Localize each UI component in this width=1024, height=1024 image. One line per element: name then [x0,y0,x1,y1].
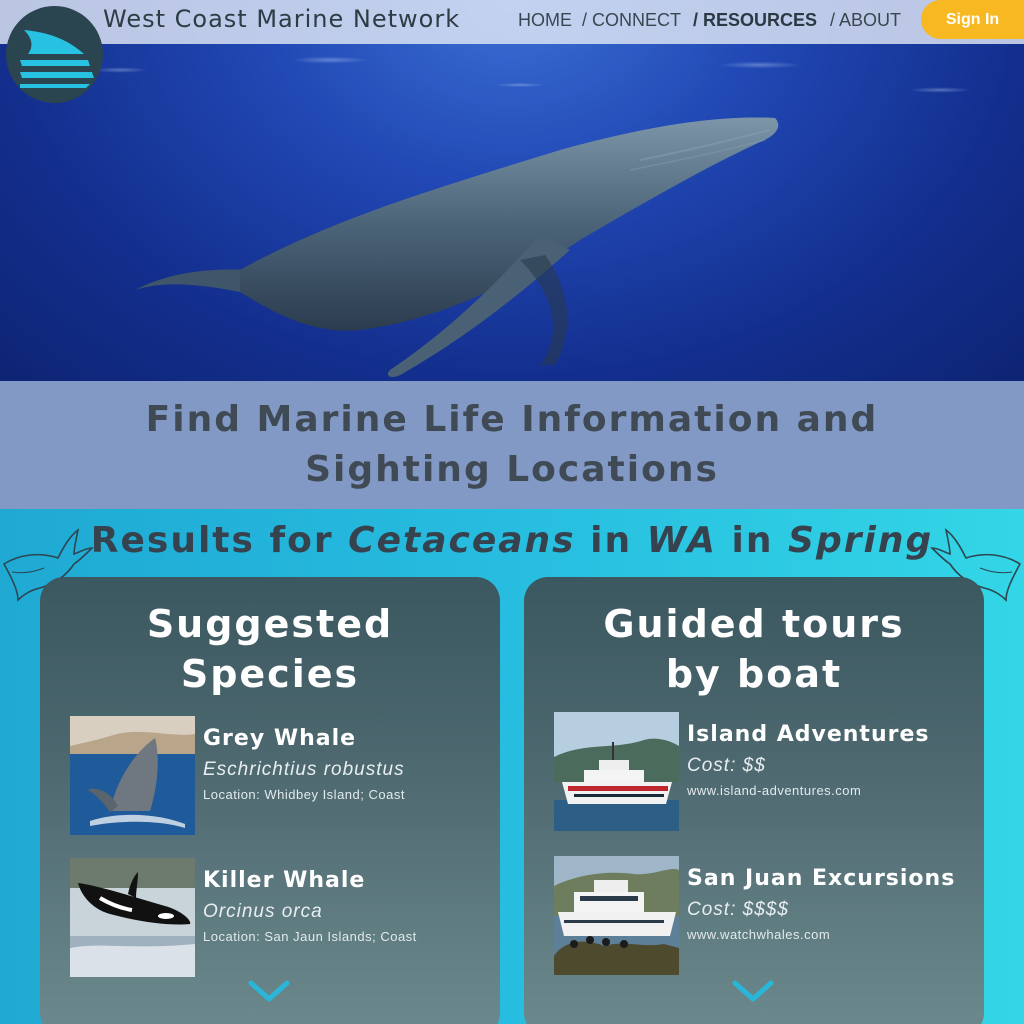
tour-cost: Cost: $$ [687,755,766,776]
sign-in-button[interactable]: Sign In [921,0,1024,39]
tour-cost: Cost: $$$$ [687,899,789,920]
island-adventures-boat-photo [554,712,679,831]
nav-home[interactable]: HOME [518,10,572,31]
panel-title-line: Species [180,652,360,696]
chevron-down-icon[interactable] [729,977,777,1007]
results-prefix: Results for [90,520,334,561]
panel-title: Guided tours by boat [524,599,984,699]
chevron-down-icon[interactable] [245,977,293,1007]
species-card[interactable]: Killer Whale Orcinus orca Location: San … [70,858,490,978]
tour-name[interactable]: Island Adventures [687,722,929,747]
tour-website-link[interactable]: www.island-adventures.com [687,783,861,798]
results-group: Cetaceans [348,520,576,561]
nav-about[interactable]: / ABOUT [830,10,901,31]
species-scientific-name: Orcinus orca [203,901,323,922]
results-in: in [731,520,774,561]
panel-title: Suggested Species [40,599,500,699]
guided-tours-panel: Guided tours by boat Island Adventures C… [524,577,984,1024]
page-headline: Find Marine Life Information and Sightin… [0,395,1024,495]
headline-line-2: Sighting Locations [305,449,719,490]
species-card[interactable]: Grey Whale Eschrichtius robustus Locatio… [70,716,490,836]
tour-card[interactable]: Island Adventures Cost: $$ www.island-ad… [554,712,974,832]
results-title: Results for Cetaceans in WA in Spring [0,520,1024,561]
brand-name[interactable]: West Coast Marine Network [103,5,460,33]
results-season: Spring [788,520,934,561]
humpback-whale-image [135,117,779,377]
panel-title-line: by boat [665,652,843,696]
tour-website-link[interactable]: www.watchwhales.com [687,927,830,942]
sail-logo-icon[interactable] [6,6,103,103]
nav-resources[interactable]: / RESOURCES [693,10,817,31]
headline-line-1: Find Marine Life Information and [145,399,879,440]
species-name[interactable]: Killer Whale [203,868,365,893]
panel-title-line: Suggested [146,602,394,646]
results-in: in [590,520,633,561]
tour-name[interactable]: San Juan Excursions [687,866,955,891]
killer-whale-photo [70,858,195,977]
results-region: WA [646,520,717,561]
tour-card[interactable]: San Juan Excursions Cost: $$$$ www.watch… [554,856,974,976]
nav-connect[interactable]: / CONNECT [582,10,681,31]
species-name[interactable]: Grey Whale [203,726,356,751]
species-location: Location: San Jaun Islands; Coast [203,929,417,944]
hero-image [0,0,1024,381]
panel-title-line: Guided tours [603,602,905,646]
species-location: Location: Whidbey Island; Coast [203,787,405,802]
species-scientific-name: Eschrichtius robustus [203,759,405,780]
suggested-species-panel: Suggested Species Grey Whale Eschrichtiu… [40,577,500,1024]
grey-whale-photo [70,716,195,835]
san-juan-excursions-boat-photo [554,856,679,975]
